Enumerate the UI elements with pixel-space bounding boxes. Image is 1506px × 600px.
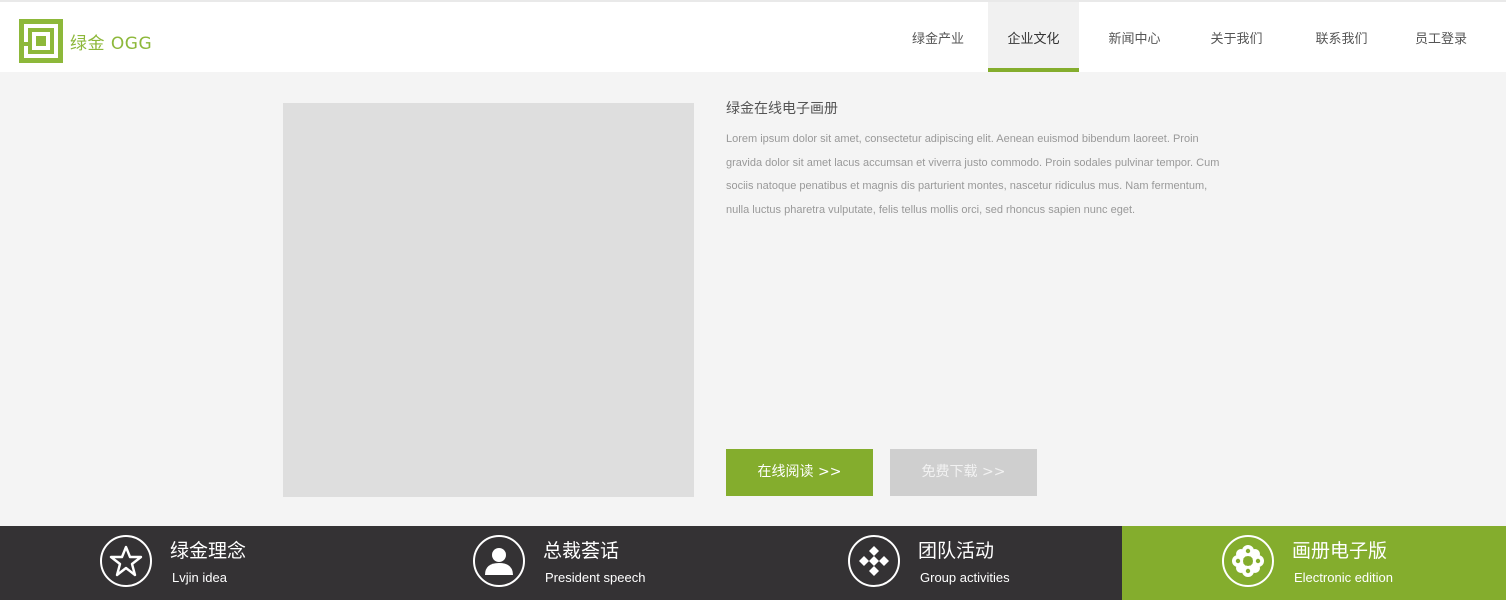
brand-name: 绿金 OGG bbox=[70, 33, 153, 54]
site-header: 绿金 OGG 绿金产业 企业文化 新闻中心 关于我们 联系我们 员工登录 bbox=[0, 2, 1506, 72]
nav-item-about[interactable]: 关于我们 bbox=[1190, 2, 1283, 72]
site-logo[interactable]: 绿金 OGG bbox=[18, 18, 152, 64]
feature-president-speech[interactable]: 总裁荟话 President speech bbox=[373, 526, 748, 600]
feature-electronic-edition[interactable]: 画册电子版 Electronic edition bbox=[1122, 526, 1506, 600]
nav-item-staff-login[interactable]: 员工登录 bbox=[1400, 2, 1482, 72]
read-online-button[interactable]: 在线阅读 >> bbox=[726, 449, 873, 496]
flower-icon bbox=[1222, 535, 1274, 587]
brochure-description: Lorem ipsum dolor sit amet, consectetur … bbox=[726, 133, 1220, 216]
feature-subtitle: President speech bbox=[545, 570, 646, 585]
nav-item-contact[interactable]: 联系我们 bbox=[1283, 2, 1400, 72]
free-download-button[interactable]: 免费下载 >> bbox=[890, 449, 1037, 496]
feature-lvjin-idea[interactable]: 绿金理念 Lvjin idea bbox=[0, 526, 373, 600]
feature-subtitle: Electronic edition bbox=[1294, 570, 1393, 585]
person-icon bbox=[473, 535, 525, 587]
logo-mark-icon bbox=[19, 19, 63, 63]
feature-subtitle: Lvjin idea bbox=[172, 570, 227, 585]
brochure-image-placeholder bbox=[283, 103, 694, 497]
star-icon bbox=[100, 535, 152, 587]
nav-item-news[interactable]: 新闻中心 bbox=[1079, 2, 1190, 72]
brochure-info: 绿金在线电子画册 Lorem ipsum dolor sit amet, con… bbox=[726, 98, 1231, 222]
feature-title: 画册电子版 bbox=[1292, 540, 1388, 562]
feature-bar: 绿金理念 Lvjin idea 总裁荟话 President speech 团队… bbox=[0, 526, 1506, 600]
nav-item-industry[interactable]: 绿金产业 bbox=[888, 2, 988, 72]
main-nav: 绿金产业 企业文化 新闻中心 关于我们 联系我们 员工登录 bbox=[888, 2, 1482, 72]
feature-group-activities[interactable]: 团队活动 Group activities bbox=[748, 526, 1122, 600]
feature-title: 团队活动 bbox=[918, 540, 995, 562]
diamond-pattern-icon bbox=[848, 535, 900, 587]
feature-title: 绿金理念 bbox=[170, 540, 247, 562]
feature-title: 总裁荟话 bbox=[543, 540, 620, 562]
feature-subtitle: Group activities bbox=[920, 570, 1010, 585]
nav-item-culture[interactable]: 企业文化 bbox=[988, 2, 1079, 72]
brochure-title: 绿金在线电子画册 bbox=[726, 101, 838, 117]
